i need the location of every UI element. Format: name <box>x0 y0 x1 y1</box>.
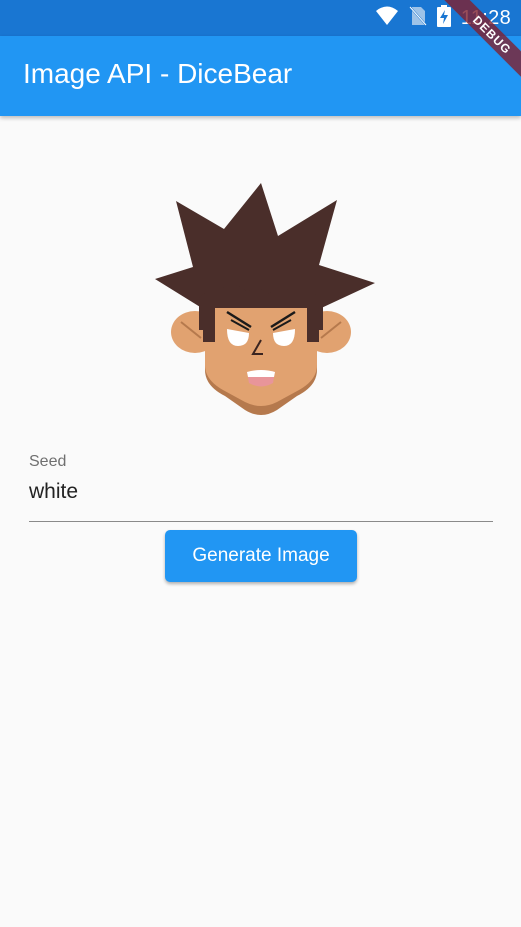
app-bar: Image API - DiceBear <box>0 36 521 116</box>
status-bar: 11:28 <box>0 0 521 36</box>
app-title: Image API - DiceBear <box>23 58 293 89</box>
no-sim-icon <box>409 5 427 31</box>
avatar-image <box>145 180 377 420</box>
status-icons: 11:28 <box>375 5 511 31</box>
seed-label: Seed <box>29 453 67 470</box>
seed-input[interactable] <box>29 477 493 507</box>
seed-field[interactable]: Seed <box>29 450 493 522</box>
wifi-icon <box>375 5 399 31</box>
hair-shape <box>155 183 375 310</box>
generate-image-button[interactable]: Generate Image <box>165 530 357 582</box>
battery-charging-icon <box>436 5 451 31</box>
status-time: 11:28 <box>460 6 511 29</box>
